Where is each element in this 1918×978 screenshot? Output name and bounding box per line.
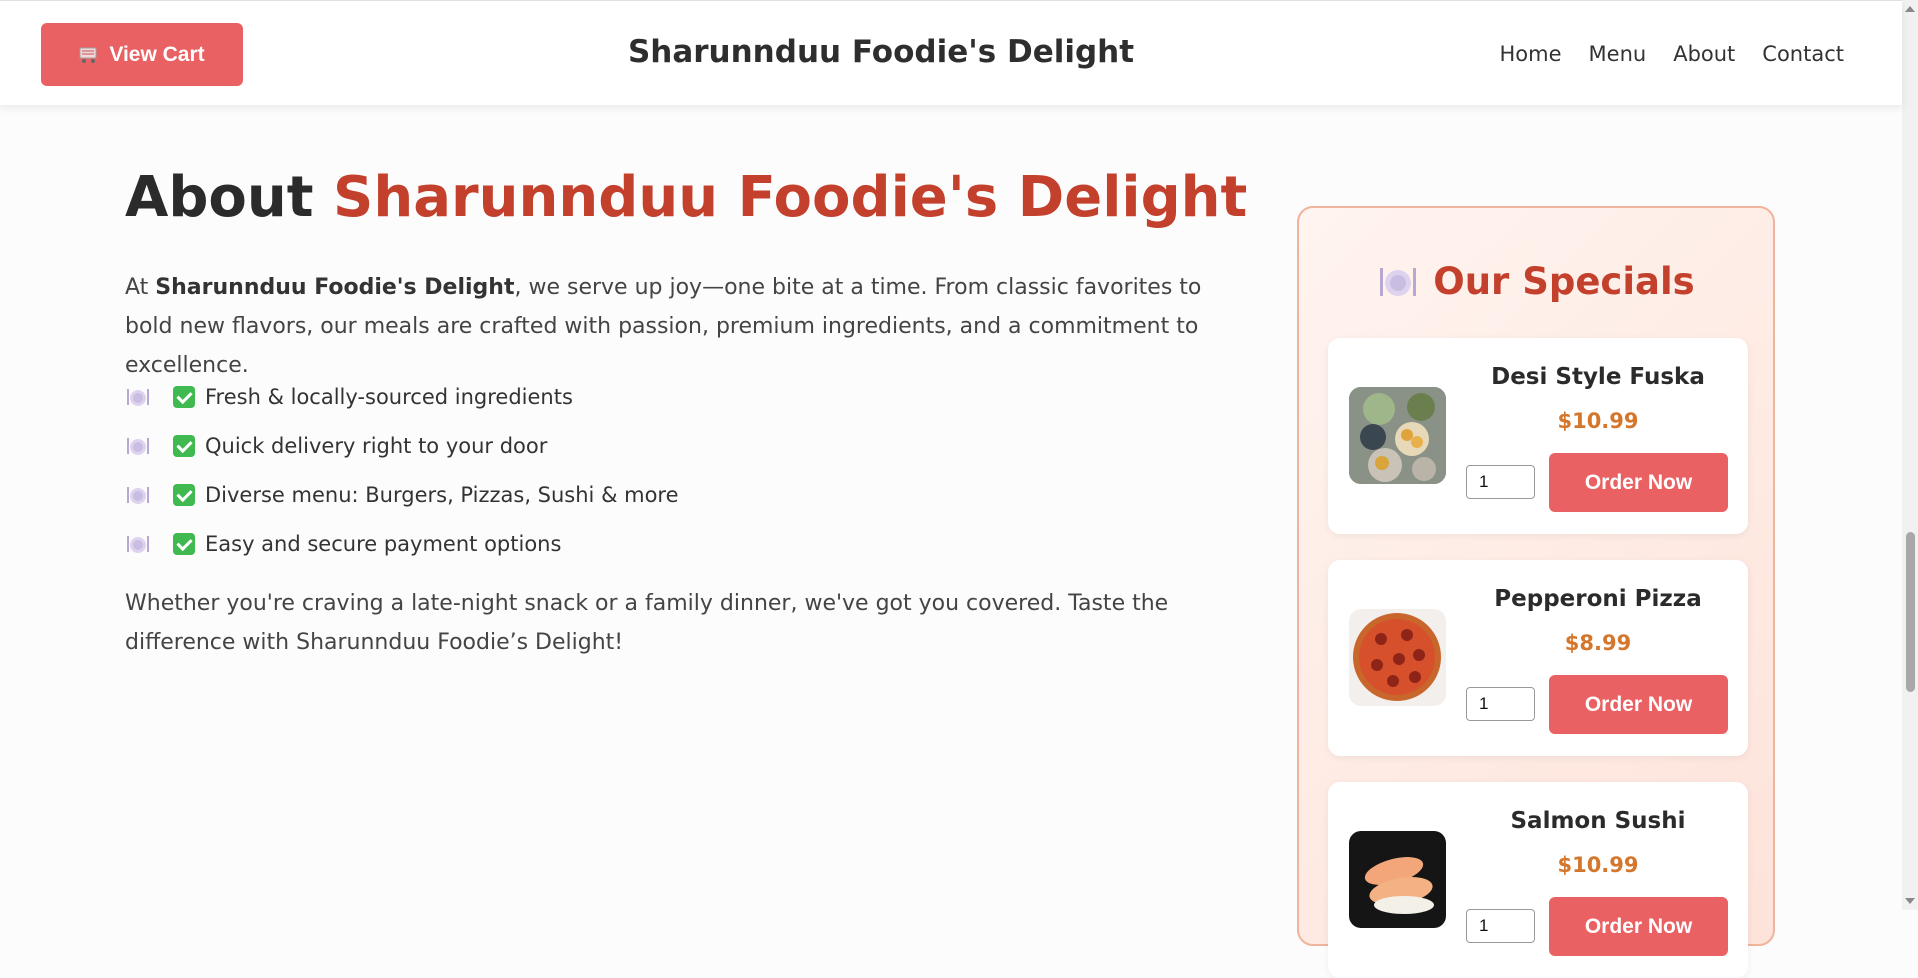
main-nav: Home Menu About Contact [1500,42,1844,66]
nav-home[interactable]: Home [1500,42,1562,66]
special-name: Salmon Sushi [1510,808,1686,834]
about-intro: At Sharunnduu Foodie's Delight, we serve… [125,268,1255,385]
plate-icon [125,482,151,508]
special-card: Pepperoni Pizza $8.99 Order Now [1328,560,1748,756]
feature-text: Quick delivery right to your door [205,433,548,458]
feature-text: Easy and secure payment options [205,531,562,556]
special-card: Desi Style Fuska $10.99 Order Now [1328,338,1748,534]
nav-menu[interactable]: Menu [1589,42,1647,66]
quantity-input[interactable] [1466,465,1535,499]
list-item: Quick delivery right to your door [125,421,679,470]
about-heading-prefix: About [125,165,314,230]
sushi-image [1349,831,1446,928]
site-header: View Cart Sharunnduu Foodie's Delight Ho… [0,0,1902,105]
pizza-image [1349,609,1446,706]
quantity-input[interactable] [1466,909,1535,943]
scroll-thumb[interactable] [1906,532,1915,692]
page-scrollbar[interactable] [1902,0,1918,910]
features-list: Fresh & locally-sourced ingredients Quic… [125,372,679,568]
check-icon [173,532,195,555]
order-now-button[interactable]: Order Now [1549,897,1728,956]
feature-text: Fresh & locally-sourced ingredients [205,384,573,409]
specials-heading: Our Specials [1299,260,1773,303]
quantity-input[interactable] [1466,687,1535,721]
list-item: Diverse menu: Burgers, Pizzas, Sushi & m… [125,470,679,519]
special-name: Desi Style Fuska [1491,364,1705,390]
special-price: $8.99 [1564,631,1632,655]
plate-icon [125,433,151,459]
about-heading-accent: Sharunnduu Foodie's Delight [333,165,1248,230]
special-name: Pepperoni Pizza [1494,586,1702,612]
plate-icon [125,531,151,557]
specials-title: Our Specials [1433,260,1695,303]
specials-panel: Our Specials Desi Style Fuska $10.99 Ord… [1297,206,1775,978]
special-price: $10.99 [1557,853,1639,877]
list-item: Fresh & locally-sourced ingredients [125,372,679,421]
special-price: $10.99 [1557,409,1639,433]
nav-about[interactable]: About [1673,42,1735,66]
intro-bold: Sharunnduu Foodie's Delight [155,275,515,300]
site-title: Sharunnduu Foodie's Delight [627,34,1135,70]
list-item: Easy and secure payment options [125,519,679,568]
check-icon [173,483,195,506]
intro-prefix: At [125,275,149,300]
order-now-button[interactable]: Order Now [1549,675,1728,734]
plate-icon [1377,261,1419,303]
nav-contact[interactable]: Contact [1762,42,1844,66]
scroll-up-icon[interactable] [1905,6,1915,12]
about-heading: About Sharunnduu Foodie's Delight [125,165,1247,230]
check-icon [173,434,195,457]
scroll-down-icon[interactable] [1905,898,1915,904]
plate-icon [125,384,151,410]
feature-text: Diverse menu: Burgers, Pizzas, Sushi & m… [205,482,679,507]
special-card: Salmon Sushi $10.99 Order Now [1328,782,1748,978]
order-now-button[interactable]: Order Now [1549,453,1728,512]
check-icon [173,385,195,408]
about-outro: Whether you're craving a late-night snac… [125,591,1169,655]
fuska-image [1349,387,1446,484]
